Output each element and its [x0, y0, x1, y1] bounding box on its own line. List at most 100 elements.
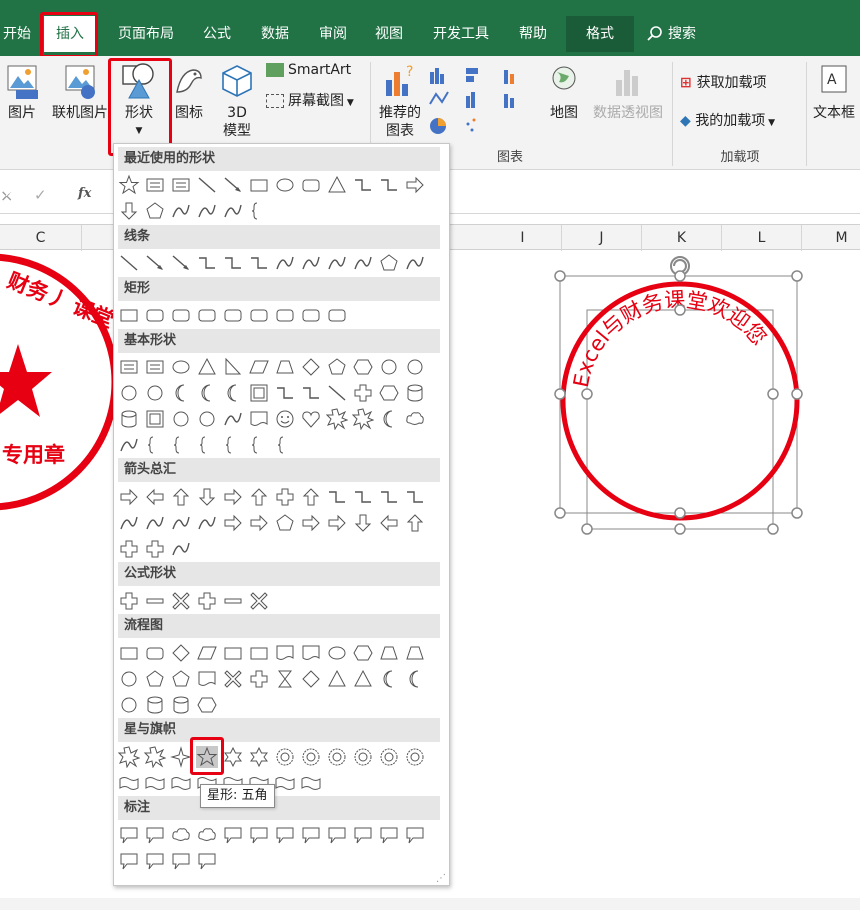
shape-option[interactable] — [248, 746, 270, 768]
shape-option[interactable] — [118, 538, 140, 560]
shape-option[interactable] — [144, 668, 166, 690]
icons-button[interactable]: 图标 — [168, 62, 210, 122]
shape-option[interactable] — [170, 538, 192, 560]
get-addins-button[interactable]: ⊞ 获取加载项 — [680, 72, 790, 92]
function-icon[interactable]: fx — [78, 186, 91, 201]
shape-option[interactable] — [144, 408, 166, 430]
textbox-button[interactable]: A 文本框 — [808, 62, 860, 122]
recommended-charts-button[interactable]: ? 推荐的 图表 — [374, 62, 426, 140]
shape-option[interactable] — [404, 486, 426, 508]
shape-option[interactable] — [404, 174, 426, 196]
shape-option[interactable] — [118, 304, 140, 326]
shape-option[interactable] — [352, 512, 374, 534]
shape-option[interactable] — [170, 356, 192, 378]
shape-option[interactable] — [404, 252, 426, 274]
shape-option[interactable] — [144, 642, 166, 664]
shape-option[interactable] — [352, 668, 374, 690]
shape-option[interactable] — [404, 356, 426, 378]
shape-option[interactable] — [118, 668, 140, 690]
shape-option[interactable] — [170, 590, 192, 612]
shape-option[interactable] — [300, 356, 322, 378]
shape-option[interactable] — [144, 824, 166, 846]
pivot-chart-button[interactable]: 数据透视图 — [588, 62, 668, 122]
map-button[interactable]: 地图 — [544, 62, 584, 122]
column-header-i[interactable]: I — [450, 225, 562, 251]
shape-option[interactable] — [222, 408, 244, 430]
tab-help[interactable]: 帮助 — [510, 16, 556, 52]
tab-data[interactable]: 数据 — [252, 16, 298, 52]
resize-grip-icon[interactable]: ⋰ — [436, 873, 446, 884]
shape-option[interactable] — [196, 356, 218, 378]
shape-option[interactable] — [222, 486, 244, 508]
shape-option[interactable] — [248, 408, 270, 430]
shape-option[interactable] — [404, 668, 426, 690]
chart-type-gallery[interactable] — [428, 64, 538, 142]
shape-option[interactable] — [248, 252, 270, 274]
shape-option[interactable] — [378, 642, 400, 664]
shape-option[interactable] — [248, 200, 270, 222]
shape-option[interactable] — [196, 200, 218, 222]
shape-option[interactable] — [300, 824, 322, 846]
shape-option[interactable] — [404, 382, 426, 404]
shape-option[interactable] — [222, 200, 244, 222]
shape-option[interactable] — [144, 694, 166, 716]
shape-option[interactable] — [118, 850, 140, 872]
shape-option[interactable] — [326, 824, 348, 846]
shape-option[interactable] — [170, 486, 192, 508]
shape-option[interactable] — [144, 486, 166, 508]
shape-option[interactable] — [378, 512, 400, 534]
shape-option[interactable] — [326, 252, 348, 274]
shape-option[interactable] — [326, 174, 348, 196]
enter-icon[interactable]: ✓ — [34, 186, 47, 204]
shape-option[interactable] — [248, 824, 270, 846]
shape-option[interactable] — [144, 200, 166, 222]
tab-format[interactable]: 格式 — [566, 16, 634, 52]
shape-option[interactable] — [274, 746, 296, 768]
shape-option[interactable] — [274, 174, 296, 196]
shape-option[interactable] — [300, 642, 322, 664]
shape-option[interactable] — [170, 772, 192, 794]
shape-option[interactable] — [378, 382, 400, 404]
shape-option[interactable] — [118, 434, 140, 456]
shape-option[interactable] — [196, 252, 218, 274]
shape-option[interactable] — [170, 200, 192, 222]
shape-option[interactable] — [248, 174, 270, 196]
shape-option[interactable] — [196, 694, 218, 716]
column-header-c[interactable]: C — [0, 225, 82, 251]
shape-option[interactable] — [144, 512, 166, 534]
screenshot-button[interactable]: 屏幕截图 ▼ — [266, 90, 366, 110]
shape-option[interactable] — [196, 850, 218, 872]
shape-option[interactable] — [326, 304, 348, 326]
shape-option[interactable] — [170, 512, 192, 534]
shape-option[interactable] — [144, 850, 166, 872]
shape-option[interactable] — [118, 382, 140, 404]
shape-option[interactable] — [222, 668, 244, 690]
shape-option[interactable] — [352, 486, 374, 508]
shape-option[interactable] — [118, 590, 140, 612]
picture-button[interactable]: 图片 — [0, 62, 44, 122]
shape-option[interactable] — [196, 434, 218, 456]
shape-option[interactable] — [118, 200, 140, 222]
shape-option[interactable] — [352, 174, 374, 196]
shape-option[interactable] — [274, 408, 296, 430]
shape-option[interactable] — [325, 408, 349, 431]
shape-option[interactable] — [326, 356, 348, 378]
search-box[interactable]: 搜索 — [646, 16, 726, 52]
shape-option[interactable] — [222, 434, 244, 456]
shape-option[interactable] — [300, 746, 322, 768]
shape-option[interactable] — [248, 590, 270, 612]
shape-option[interactable] — [118, 642, 140, 664]
3d-model-button[interactable]: 3D 模型 — [214, 62, 260, 140]
cancel-icon[interactable]: ✕ — [4, 186, 15, 201]
shape-option[interactable] — [144, 252, 166, 274]
shape-option[interactable] — [274, 356, 296, 378]
shape-option[interactable] — [170, 746, 192, 768]
online-picture-button[interactable]: 联机图片 — [50, 62, 110, 122]
shape-option[interactable] — [117, 746, 141, 769]
my-addins-button[interactable]: ◆ 我的加载项 ▼ — [680, 110, 800, 130]
shape-option[interactable] — [378, 746, 400, 768]
shape-option[interactable] — [222, 356, 244, 378]
shape-option[interactable] — [222, 252, 244, 274]
shape-option[interactable] — [196, 382, 218, 404]
shape-option[interactable] — [378, 668, 400, 690]
